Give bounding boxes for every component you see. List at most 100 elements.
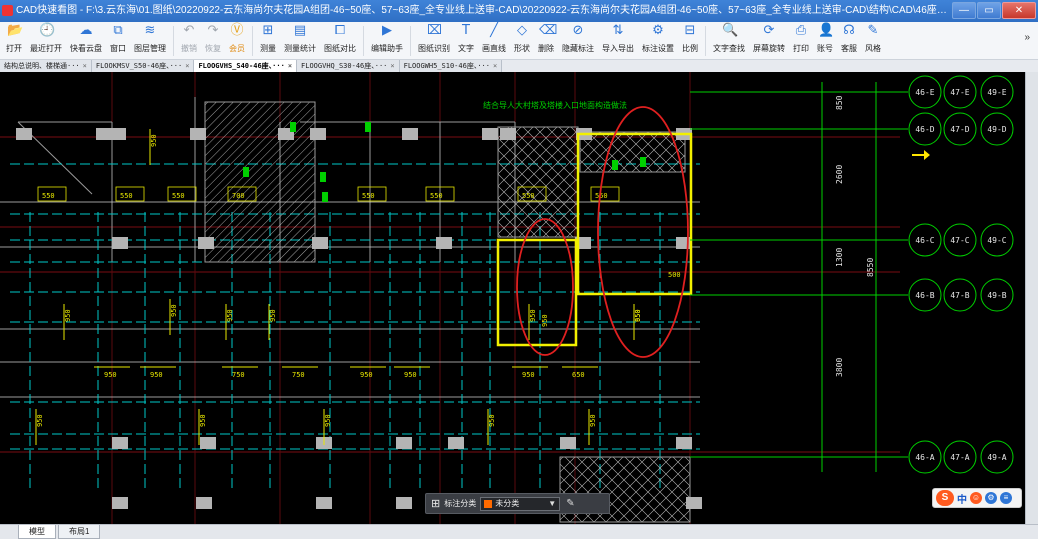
compare-button[interactable]: ⧠ 图纸对比 bbox=[320, 22, 360, 60]
style-icon: ✎ bbox=[867, 23, 879, 38]
window-controls: — ▭ ✕ bbox=[952, 2, 1036, 19]
close-tab-icon[interactable]: × bbox=[185, 62, 189, 70]
dimension-label-mid: 950 bbox=[360, 371, 373, 379]
delete-icon: ⌫ bbox=[539, 23, 558, 38]
box-label: 500 bbox=[668, 271, 681, 279]
ime-settings-icon[interactable]: ⚙ bbox=[985, 492, 997, 504]
rebar-marker bbox=[320, 172, 326, 182]
toolbar-separator bbox=[410, 26, 411, 56]
open-button[interactable]: 📂 打开 bbox=[2, 22, 26, 60]
column-block bbox=[196, 497, 212, 509]
scale-button[interactable]: ⊟ 比例 bbox=[678, 22, 702, 60]
column-block bbox=[402, 128, 418, 140]
close-tab-icon[interactable]: × bbox=[288, 62, 292, 70]
close-tab-icon[interactable]: × bbox=[493, 62, 497, 70]
annotation-category-select[interactable]: 未分类 ▼ bbox=[480, 496, 561, 511]
drawing-note: 结合导人大村塔及塔楼入口地面构造做法 bbox=[483, 100, 627, 110]
document-tab-label: 结构总说明、楼梯通··· bbox=[4, 62, 80, 70]
redo-label: 恢复 bbox=[205, 44, 221, 53]
column-block bbox=[310, 128, 326, 140]
hide-annotation-icon: ⊘ bbox=[572, 23, 584, 38]
toolbar-separator bbox=[363, 26, 364, 56]
account-button[interactable]: 👤 账号 bbox=[813, 22, 837, 60]
restore-button[interactable]: ▭ bbox=[977, 2, 1001, 19]
close-tab-icon[interactable]: × bbox=[390, 62, 394, 70]
toolbar-overflow-button[interactable]: » bbox=[1024, 32, 1030, 43]
axis-bubble-label: 49-A bbox=[987, 453, 1006, 462]
line-label: 画直线 bbox=[482, 44, 506, 53]
document-tab[interactable]: FLOOGVHQ_S30-46座、··· × bbox=[297, 60, 400, 72]
edit-assistant-button[interactable]: ▶ 编辑助手 bbox=[367, 22, 407, 60]
ime-emoji-icon[interactable]: ☺ bbox=[970, 492, 982, 504]
hide-annotation-button[interactable]: ⊘ 隐藏标注 bbox=[558, 22, 598, 60]
measure-button[interactable]: ⊞ 测量 bbox=[256, 22, 280, 60]
line-button[interactable]: ╱ 画直线 bbox=[478, 22, 510, 60]
document-tab-label: FLOOGVHQ_S30-46座、··· bbox=[301, 62, 388, 70]
recognize-button[interactable]: ⌧ 图纸识别 bbox=[414, 22, 454, 60]
text-button[interactable]: T 文字 bbox=[454, 22, 478, 60]
edit-icon[interactable]: ✎ bbox=[566, 498, 574, 509]
redo-button[interactable]: ↷ 恢复 bbox=[201, 22, 225, 60]
style-label: 风格 bbox=[865, 44, 881, 53]
column-block bbox=[500, 128, 516, 140]
close-tab-icon[interactable]: × bbox=[83, 62, 87, 70]
annotation-category-value: 未分类 bbox=[495, 499, 520, 508]
rebar-marker bbox=[243, 167, 249, 177]
document-tab[interactable]: FLOOKMSV_S50-46座、··· × bbox=[91, 60, 195, 72]
column-block bbox=[190, 128, 206, 140]
grid-icon[interactable]: ⊞ bbox=[431, 497, 440, 510]
find-text-label: 文字查找 bbox=[713, 44, 745, 53]
support-button[interactable]: ☊ 客服 bbox=[837, 22, 861, 60]
ime-menu-icon[interactable]: ≡ bbox=[1000, 492, 1012, 504]
layout-tab[interactable]: 布局1 bbox=[58, 525, 101, 539]
measure-stats-button[interactable]: ▤ 测量统计 bbox=[280, 22, 320, 60]
vip-button[interactable]: Ⓥ 会员 bbox=[225, 22, 249, 60]
dimension-label-top: 700 bbox=[232, 192, 245, 200]
dimension-label-vertical: 950 bbox=[36, 414, 44, 427]
delete-button[interactable]: ⌫ 删除 bbox=[534, 22, 558, 60]
column-block bbox=[312, 237, 328, 249]
close-button[interactable]: ✕ bbox=[1002, 2, 1036, 19]
layout-tab[interactable]: 模型 bbox=[18, 525, 56, 539]
dimension-label-top: 550 bbox=[120, 192, 133, 200]
cross-hatch-area bbox=[579, 131, 686, 173]
cloud-button[interactable]: ☁ 快看云盘 bbox=[66, 22, 106, 60]
shape-icon: ◇ bbox=[517, 23, 527, 38]
axis-bubble-label: 46-D bbox=[915, 125, 934, 134]
axis-bubble-label: 46-A bbox=[915, 453, 934, 462]
rebar-marker bbox=[322, 192, 328, 202]
layers-icon: ≋ bbox=[144, 23, 156, 38]
print-button[interactable]: ⎙ 打印 bbox=[789, 22, 813, 60]
minimize-button[interactable]: — bbox=[952, 2, 976, 19]
document-tab[interactable]: FLOOGVHS_S40-46座、··· × bbox=[194, 60, 298, 72]
undo-button[interactable]: ↶ 撤销 bbox=[177, 22, 201, 60]
sogou-logo-icon[interactable]: S bbox=[936, 490, 954, 506]
shape-button[interactable]: ◇ 形状 bbox=[510, 22, 534, 60]
document-tab[interactable]: FLOOGWH5_S10-46座、··· × bbox=[399, 60, 503, 72]
print-label: 打印 bbox=[793, 44, 809, 53]
style-button[interactable]: ✎ 风格 bbox=[861, 22, 885, 60]
axis-bubble-label: 46-E bbox=[915, 88, 934, 97]
rotate-button[interactable]: ⟳ 屏幕旋转 bbox=[749, 22, 789, 60]
dimension-label-vertical: 950 bbox=[226, 309, 234, 322]
drawing-canvas[interactable]: 550 550 550 700 550 550 550 550 950 950 750 750 950 9… bbox=[0, 72, 1025, 524]
recent-button[interactable]: 🕘 最近打开 bbox=[26, 22, 66, 60]
find-text-button[interactable]: 🔍 文字查找 bbox=[709, 22, 749, 60]
document-tab[interactable]: 结构总说明、楼梯通··· × bbox=[0, 60, 92, 72]
redo-icon: ↷ bbox=[207, 23, 219, 38]
axis-bubble-label: 47-C bbox=[950, 236, 969, 245]
rebar-marker bbox=[612, 160, 618, 170]
layers-button[interactable]: ≋ 图层管理 bbox=[130, 22, 170, 60]
ime-mode[interactable]: 中 bbox=[957, 491, 967, 506]
column-block bbox=[198, 237, 214, 249]
document-tab-label: FLOOKMSV_S50-46座、··· bbox=[95, 62, 183, 70]
import-export-button[interactable]: ⇅ 导入导出 bbox=[598, 22, 638, 60]
axis-bubble-label: 47-E bbox=[950, 88, 969, 97]
window-button[interactable]: ⧉ 窗口 bbox=[106, 22, 130, 60]
annotation-settings-button[interactable]: ⚙ 标注设置 bbox=[638, 22, 678, 60]
rebar-marker bbox=[290, 122, 296, 132]
dimension-label-mid: 750 bbox=[232, 371, 245, 379]
support-icon: ☊ bbox=[843, 23, 855, 38]
text-label: 文字 bbox=[458, 44, 474, 53]
vertical-scrollbar[interactable] bbox=[1025, 72, 1038, 524]
